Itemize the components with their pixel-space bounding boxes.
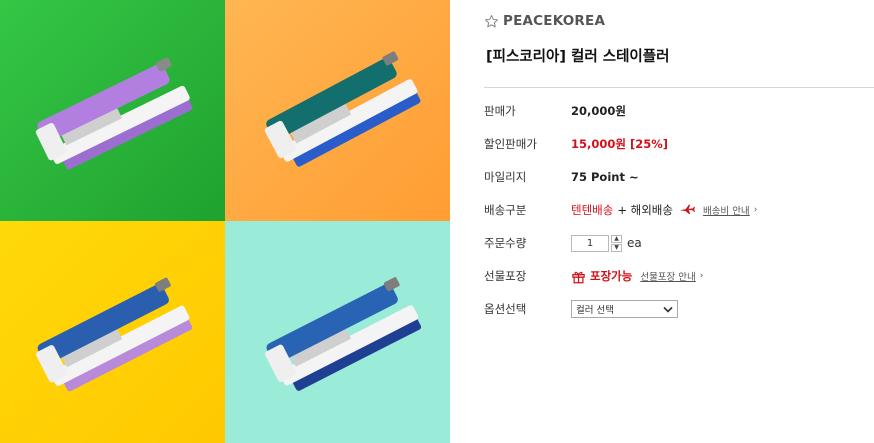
quantity-stepper[interactable]: ▲ ▼ [611, 234, 622, 252]
mileage-value: 75 Point ~ [571, 170, 639, 184]
quantity-row: 주문수량 1 ▲ ▼ ea [484, 233, 874, 253]
quantity-unit: ea [627, 236, 642, 250]
shipping-type-tenten: 텐텐배송 [571, 203, 614, 217]
option-row: 옵션선택 컬러 선택 [484, 299, 874, 319]
product-image-navy-stapler[interactable] [225, 221, 450, 443]
option-selected-value: 컬러 선택 [576, 305, 614, 316]
gift-wrap-available: 포장가능 [590, 269, 633, 283]
mileage-row: 마일리지 75 Point ~ [484, 167, 874, 187]
product-info-panel: PEACEKOREA [피스코리아] 컬러 스테이플러 판매가 20,000원 … [484, 0, 874, 443]
gift-wrap-guide-link[interactable]: 선물포장 안내 [640, 269, 695, 283]
product-image-purple-stapler[interactable] [0, 0, 225, 221]
shipping-type-overseas: + 해외배송 [617, 203, 673, 217]
star-icon[interactable] [484, 14, 499, 29]
divider [484, 87, 874, 88]
mileage-label: 마일리지 [484, 170, 527, 184]
brand-row[interactable]: PEACEKOREA [484, 13, 605, 29]
chevron-down-icon [663, 306, 673, 313]
sale-price-value: 15,000원 [25%] [571, 137, 668, 151]
gift-wrap-row: 선물포장 포장가능 선물포장 안내 › [484, 266, 874, 286]
shipping-fee-link[interactable]: 배송비 안내 [703, 203, 750, 217]
shipping-row: 배송구분 텐텐배송 + 해외배송 배송비 안내 › [484, 200, 874, 220]
sale-price-label: 할인판매가 [484, 137, 537, 151]
brand-name[interactable]: PEACEKOREA [503, 13, 605, 29]
product-image-blue-stapler[interactable] [0, 221, 225, 443]
price-value: 20,000원 [571, 104, 626, 118]
product-title: [피스코리아] 컬러 스테이플러 [486, 49, 670, 65]
price-label: 판매가 [484, 104, 516, 118]
airplane-icon [679, 204, 695, 214]
gift-icon [572, 271, 585, 283]
option-label: 옵션선택 [484, 302, 527, 316]
quantity-input[interactable]: 1 [571, 234, 609, 252]
chevron-right-icon: › [699, 271, 704, 281]
product-image-teal-stapler[interactable] [225, 0, 450, 221]
chevron-right-icon: › [753, 205, 758, 215]
gift-wrap-label: 선물포장 [484, 269, 527, 283]
quantity-decrease-button[interactable]: ▼ [611, 243, 622, 252]
product-image-gallery[interactable] [0, 0, 450, 443]
quantity-label: 주문수량 [484, 236, 527, 250]
sale-price-row: 할인판매가 15,000원 [25%] [484, 134, 874, 154]
price-row: 판매가 20,000원 [484, 101, 874, 121]
option-select[interactable]: 컬러 선택 [571, 300, 678, 318]
shipping-label: 배송구분 [484, 203, 527, 217]
quantity-increase-button[interactable]: ▲ [611, 234, 622, 243]
